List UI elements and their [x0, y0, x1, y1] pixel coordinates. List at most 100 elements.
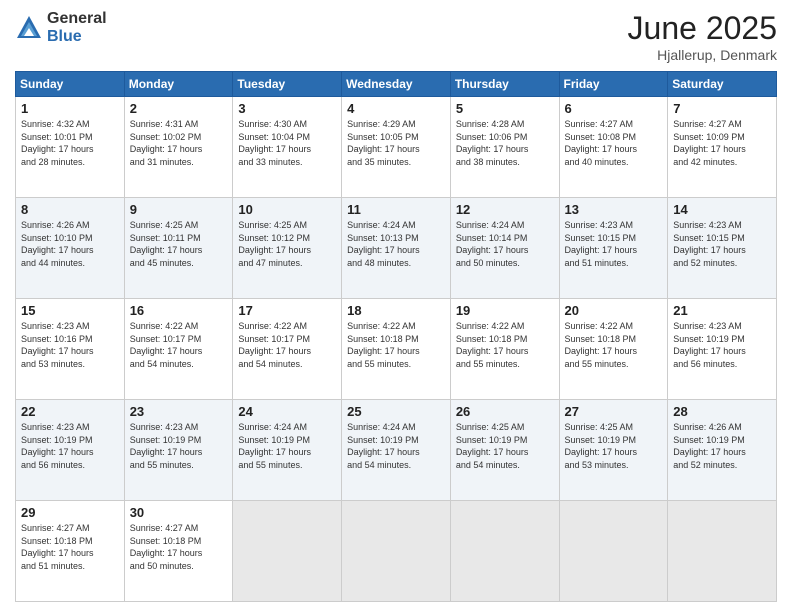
table-row: 19 Sunrise: 4:22 AM Sunset: 10:18 PM Dayl… — [450, 299, 559, 400]
day-info: Sunrise: 4:23 AM Sunset: 10:16 PM Daylig… — [21, 320, 119, 370]
day-info: Sunrise: 4:24 AM Sunset: 10:19 PM Daylig… — [347, 421, 445, 471]
logo-general-text: General — [47, 10, 107, 28]
table-row — [668, 501, 777, 602]
day-number: 6 — [565, 101, 663, 116]
logo: General Blue — [15, 10, 107, 45]
day-number: 10 — [238, 202, 336, 217]
day-info: Sunrise: 4:25 AM Sunset: 10:19 PM Daylig… — [565, 421, 663, 471]
table-row: 4Sunrise: 4:29 AM Sunset: 10:05 PM Dayli… — [342, 97, 451, 198]
header-sunday: Sunday — [16, 72, 125, 97]
header-wednesday: Wednesday — [342, 72, 451, 97]
day-info: Sunrise: 4:23 AM Sunset: 10:19 PM Daylig… — [21, 421, 119, 471]
day-number: 13 — [565, 202, 663, 217]
day-number: 11 — [347, 202, 445, 217]
day-number: 28 — [673, 404, 771, 419]
header-thursday: Thursday — [450, 72, 559, 97]
day-number: 2 — [130, 101, 228, 116]
table-row: 16Sunrise: 4:22 AM Sunset: 10:17 PM Dayl… — [124, 299, 233, 400]
day-info: Sunrise: 4:27 AM Sunset: 10:09 PM Daylig… — [673, 118, 771, 168]
day-info: Sunrise: 4:25 AM Sunset: 10:19 PM Daylig… — [456, 421, 554, 471]
table-row: 10 Sunrise: 4:25 AM Sunset: 10:12 PM Dayl… — [233, 198, 342, 299]
day-number: 19 — [456, 303, 554, 318]
day-number: 24 — [238, 404, 336, 419]
table-row: 23 Sunrise: 4:23 AM Sunset: 10:19 PM Dayl… — [124, 400, 233, 501]
table-row — [559, 501, 668, 602]
table-row: 7 Sunrise: 4:27 AM Sunset: 10:09 PM Dayli… — [668, 97, 777, 198]
day-info: Sunrise: 4:22 AM Sunset: 10:17 PM Daylig… — [238, 320, 336, 370]
day-number: 18 — [347, 303, 445, 318]
table-row: 28 Sunrise: 4:26 AM Sunset: 10:19 PM Dayl… — [668, 400, 777, 501]
table-row: 17 Sunrise: 4:22 AM Sunset: 10:17 PM Dayl… — [233, 299, 342, 400]
day-info: Sunrise: 4:28 AM Sunset: 10:06 PM Daylig… — [456, 118, 554, 168]
day-number: 20 — [565, 303, 663, 318]
day-info: Sunrise: 4:26 AM Sunset: 10:10 PM Daylig… — [21, 219, 119, 269]
table-row: 2Sunrise: 4:31 AM Sunset: 10:02 PM Dayli… — [124, 97, 233, 198]
logo-icon — [15, 14, 43, 42]
day-number: 3 — [238, 101, 336, 116]
day-number: 7 — [673, 101, 771, 116]
calendar-week-row: 29 Sunrise: 4:27 AM Sunset: 10:18 PM Dayl… — [16, 501, 777, 602]
day-info: Sunrise: 4:23 AM Sunset: 10:15 PM Daylig… — [565, 219, 663, 269]
table-row: 22Sunrise: 4:23 AM Sunset: 10:19 PM Dayl… — [16, 400, 125, 501]
table-row: 11Sunrise: 4:24 AM Sunset: 10:13 PM Dayl… — [342, 198, 451, 299]
table-row: 14 Sunrise: 4:23 AM Sunset: 10:15 PM Dayl… — [668, 198, 777, 299]
calendar-week-row: 8 Sunrise: 4:26 AM Sunset: 10:10 PM Dayli… — [16, 198, 777, 299]
location: Hjallerup, Denmark — [628, 47, 777, 63]
day-info: Sunrise: 4:27 AM Sunset: 10:18 PM Daylig… — [21, 522, 119, 572]
day-number: 30 — [130, 505, 228, 520]
day-number: 26 — [456, 404, 554, 419]
day-number: 14 — [673, 202, 771, 217]
table-row: 9Sunrise: 4:25 AM Sunset: 10:11 PM Dayli… — [124, 198, 233, 299]
table-row: 30 Sunrise: 4:27 AM Sunset: 10:18 PM Dayl… — [124, 501, 233, 602]
page: General Blue June 2025 Hjallerup, Denmar… — [0, 0, 792, 612]
day-info: Sunrise: 4:27 AM Sunset: 10:08 PM Daylig… — [565, 118, 663, 168]
day-number: 27 — [565, 404, 663, 419]
day-number: 9 — [130, 202, 228, 217]
header: General Blue June 2025 Hjallerup, Denmar… — [15, 10, 777, 63]
day-number: 5 — [456, 101, 554, 116]
calendar-week-row: 22Sunrise: 4:23 AM Sunset: 10:19 PM Dayl… — [16, 400, 777, 501]
day-number: 23 — [130, 404, 228, 419]
header-monday: Monday — [124, 72, 233, 97]
table-row: 29 Sunrise: 4:27 AM Sunset: 10:18 PM Dayl… — [16, 501, 125, 602]
day-number: 29 — [21, 505, 119, 520]
day-info: Sunrise: 4:30 AM Sunset: 10:04 PM Daylig… — [238, 118, 336, 168]
header-friday: Friday — [559, 72, 668, 97]
table-row — [233, 501, 342, 602]
table-row: 8 Sunrise: 4:26 AM Sunset: 10:10 PM Dayli… — [16, 198, 125, 299]
day-info: Sunrise: 4:22 AM Sunset: 10:18 PM Daylig… — [347, 320, 445, 370]
day-info: Sunrise: 4:26 AM Sunset: 10:19 PM Daylig… — [673, 421, 771, 471]
table-row: 15 Sunrise: 4:23 AM Sunset: 10:16 PM Dayl… — [16, 299, 125, 400]
title-block: June 2025 Hjallerup, Denmark — [628, 10, 777, 63]
calendar-header-row: Sunday Monday Tuesday Wednesday Thursday… — [16, 72, 777, 97]
day-info: Sunrise: 4:23 AM Sunset: 10:19 PM Daylig… — [130, 421, 228, 471]
day-number: 1 — [21, 101, 119, 116]
day-info: Sunrise: 4:27 AM Sunset: 10:18 PM Daylig… — [130, 522, 228, 572]
table-row: 12Sunrise: 4:24 AM Sunset: 10:14 PM Dayl… — [450, 198, 559, 299]
table-row: 21Sunrise: 4:23 AM Sunset: 10:19 PM Dayl… — [668, 299, 777, 400]
day-info: Sunrise: 4:23 AM Sunset: 10:15 PM Daylig… — [673, 219, 771, 269]
table-row: 3 Sunrise: 4:30 AM Sunset: 10:04 PM Dayli… — [233, 97, 342, 198]
day-info: Sunrise: 4:22 AM Sunset: 10:18 PM Daylig… — [456, 320, 554, 370]
table-row: 18 Sunrise: 4:22 AM Sunset: 10:18 PM Dayl… — [342, 299, 451, 400]
day-number: 16 — [130, 303, 228, 318]
day-info: Sunrise: 4:25 AM Sunset: 10:12 PM Daylig… — [238, 219, 336, 269]
table-row: 20 Sunrise: 4:22 AM Sunset: 10:18 PM Dayl… — [559, 299, 668, 400]
table-row: 13 Sunrise: 4:23 AM Sunset: 10:15 PM Dayl… — [559, 198, 668, 299]
logo-blue-text: Blue — [47, 28, 107, 46]
header-tuesday: Tuesday — [233, 72, 342, 97]
day-info: Sunrise: 4:22 AM Sunset: 10:18 PM Daylig… — [565, 320, 663, 370]
day-number: 15 — [21, 303, 119, 318]
table-row: 5 Sunrise: 4:28 AM Sunset: 10:06 PM Dayli… — [450, 97, 559, 198]
day-number: 17 — [238, 303, 336, 318]
day-number: 8 — [21, 202, 119, 217]
table-row — [342, 501, 451, 602]
table-row: 24 Sunrise: 4:24 AM Sunset: 10:19 PM Dayl… — [233, 400, 342, 501]
table-row: 1Sunrise: 4:32 AM Sunset: 10:01 PM Dayli… — [16, 97, 125, 198]
table-row: 27 Sunrise: 4:25 AM Sunset: 10:19 PM Dayl… — [559, 400, 668, 501]
day-number: 25 — [347, 404, 445, 419]
day-number: 21 — [673, 303, 771, 318]
day-number: 12 — [456, 202, 554, 217]
month-title: June 2025 — [628, 10, 777, 47]
day-info: Sunrise: 4:24 AM Sunset: 10:19 PM Daylig… — [238, 421, 336, 471]
